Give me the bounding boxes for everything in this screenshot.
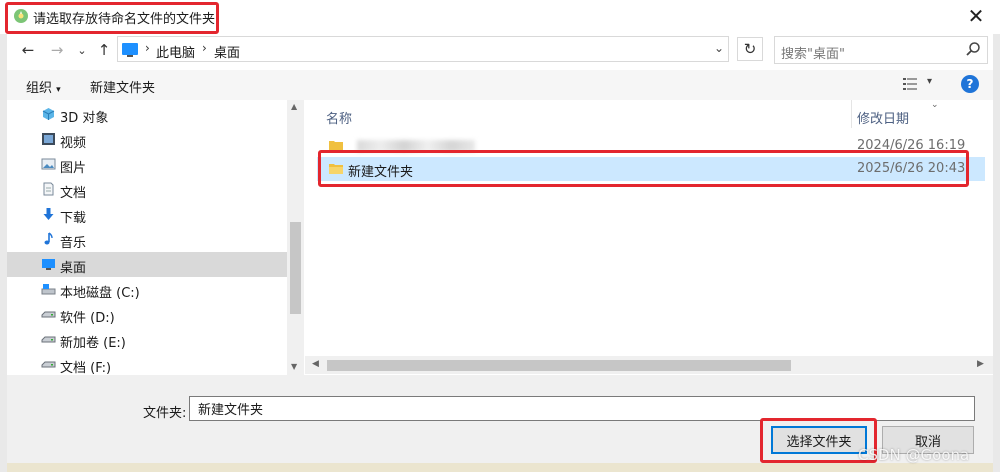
sidebar-item-downloads[interactable]: 下载 [7,202,289,227]
sidebar-item-drive-e[interactable]: 新加卷 (E:) [7,327,289,352]
scroll-up-icon[interactable]: ▲ [291,102,297,111]
sidebar-item-label: 文档 (F:) [60,361,112,376]
back-button[interactable]: ← [18,39,38,61]
drive-icon [41,311,56,318]
up-arrow-icon: ↑ [97,41,111,59]
computer-icon [122,43,138,57]
new-folder-button[interactable]: 新建文件夹 [90,77,155,96]
sidebar-scroll-thumb[interactable] [290,222,301,314]
command-bar: 组织 ▾ 新建文件夹 ▾ ? [7,70,993,100]
refresh-button[interactable]: ↻ [737,37,763,61]
forward-arrow-icon: → [50,41,64,59]
title-bar: 请选取存放待命名文件的文件夹 ✕ [0,0,1000,34]
sidebar-item-label: 下载 [60,211,87,226]
search-icon[interactable] [965,41,981,57]
sidebar-item-label: 本地磁盘 (C:) [60,286,140,301]
file-list-horizontal-scrollbar[interactable]: ◀ ▶ [305,356,993,374]
selection-highlight-box [318,150,969,187]
sidebar-item-label: 软件 (D:) [60,311,115,326]
search-placeholder[interactable]: 搜索"桌面" [781,43,845,62]
sidebar-item-documents[interactable]: 文档 [7,177,289,202]
download-icon [43,208,54,220]
view-options-icon[interactable] [903,78,917,90]
forward-button[interactable]: → [47,39,67,61]
up-button[interactable]: ↑ [94,39,114,61]
scroll-left-icon[interactable]: ◀ [312,359,319,369]
sort-indicator-icon: ⌄ [931,100,939,110]
drive-c-icon [41,284,56,295]
breadcrumb-separator: › [202,41,207,55]
video-icon [42,133,55,145]
help-icon[interactable]: ? [961,75,979,93]
navigation-bar: ← → ⌄ ↑ › 此电脑 › 桌面 ⌄ ↻ 搜索"桌面" [0,34,1000,66]
column-divider[interactable] [851,100,852,128]
sidebar-item-label: 图片 [60,161,87,176]
scroll-right-icon[interactable]: ▶ [977,359,984,369]
sidebar-item-drive-d[interactable]: 软件 (D:) [7,302,289,327]
drive-icon [41,336,56,343]
window-border-right [993,0,1000,472]
music-icon [44,232,53,245]
folder-field-label: 文件夹: [143,406,187,421]
horizontal-scroll-thumb[interactable] [327,360,791,371]
scroll-down-icon[interactable]: ▼ [291,362,297,371]
address-bar[interactable]: › 此电脑 › 桌面 ⌄ [117,36,729,62]
organize-button[interactable]: 组织 ▾ [26,77,61,96]
sidebar-item-drive-c[interactable]: 本地磁盘 (C:) [7,277,289,302]
sidebar-item-music[interactable]: 音乐 [7,227,289,252]
file-list: 名称 ⌄ 修改日期 2024/6/26 16:19 新建文件夹 2025/6/2… [305,100,993,375]
sidebar-item-videos[interactable]: 视频 [7,127,289,152]
sidebar-scrollbar[interactable]: ▲ ▼ [287,100,304,375]
close-button[interactable]: ✕ [962,3,990,29]
column-header-date-modified[interactable]: 修改日期 [857,108,909,127]
sidebar-item-label: 音乐 [60,236,87,251]
sidebar-item-label: 文档 [60,186,87,201]
documents-icon [43,182,54,196]
folder-picker-dialog: 请选取存放待命名文件的文件夹 ✕ ← → ⌄ ↑ › 此电脑 › 桌面 ⌄ ↻ … [0,0,1000,472]
recent-locations-button[interactable]: ⌄ [72,39,92,61]
column-header-name[interactable]: 名称 [326,108,352,127]
organize-label: 组织 [26,81,53,96]
sidebar-item-label: 3D 对象 [60,111,109,126]
refresh-icon: ↻ [743,40,757,58]
address-dropdown-icon[interactable]: ⌄ [714,41,724,55]
organize-dropdown-icon: ▾ [56,85,61,95]
chevron-down-icon: ⌄ [77,43,87,57]
back-arrow-icon: ← [21,41,35,59]
breadcrumb-desktop[interactable]: 桌面 [214,42,240,61]
drive-icon [41,361,56,368]
background-edge [7,463,993,472]
window-border-left [0,0,7,472]
view-dropdown-icon[interactable]: ▾ [927,76,932,87]
title-highlight-box [5,2,219,34]
navigation-pane: 3D 对象 视频 图片 文档 下载 音乐 桌面 本地磁盘 (C:) 软件 (D:… [7,100,289,377]
sidebar-item-label: 桌面 [60,261,87,276]
search-box[interactable]: 搜索"桌面" [774,36,988,64]
watermark: CSDN @Goona [858,446,970,464]
breadcrumb-separator: › [145,41,150,55]
sidebar-item-desktop[interactable]: 桌面 [7,252,289,277]
sidebar-item-pictures[interactable]: 图片 [7,152,289,177]
3d-objects-icon [42,108,55,120]
close-icon: ✕ [967,4,985,28]
desktop-icon [42,259,55,270]
sidebar-item-label: 新加卷 (E:) [60,336,126,351]
breadcrumb-this-pc[interactable]: 此电脑 [156,42,195,61]
pictures-icon [41,158,56,170]
sidebar-item-label: 视频 [60,136,87,151]
sidebar-item-drive-f[interactable]: 文档 (F:) [7,352,289,377]
sidebar-item-3d-objects[interactable]: 3D 对象 [7,102,289,127]
